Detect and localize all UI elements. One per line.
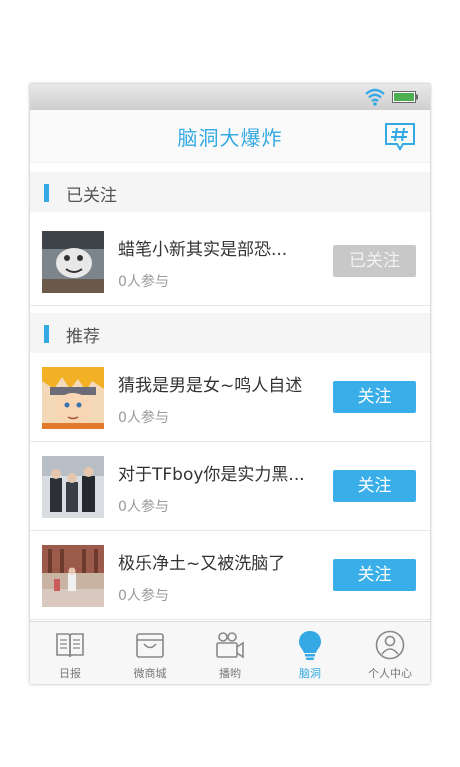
tab-label: 个人中心 (368, 667, 412, 680)
nav-bar: 脑洞大爆炸 (30, 110, 430, 163)
battery-icon (392, 91, 418, 103)
topic-thumbnail (42, 456, 104, 518)
tab-label: 微商城 (133, 667, 167, 680)
participant-count: 0人参与 (118, 499, 169, 515)
followed-button[interactable]: 已关注 (333, 245, 416, 277)
book-icon (56, 633, 84, 658)
tab-label: 日报 (59, 667, 81, 680)
wifi-icon (365, 88, 385, 106)
phone-screen: 脑洞大爆炸 已关注 蜡笔小新其实是部恐... 0人参与 已关注 推荐 猜我是男是… (30, 84, 430, 684)
participant-count: 0人参与 (118, 588, 169, 604)
participant-count: 0人参与 (118, 274, 169, 290)
section-accent-bar (44, 184, 49, 202)
bottom-tab-bar: 日报 微商城 播哟 脑洞 个人中心 (30, 621, 430, 684)
topic-hash-icon[interactable] (384, 122, 416, 152)
section-label: 已关注 (66, 186, 117, 206)
status-bar (30, 84, 430, 110)
page-title: 脑洞大爆炸 (177, 126, 283, 150)
tab-label: 脑洞 (299, 667, 321, 680)
follow-button[interactable]: 关注 (333, 559, 416, 591)
shop-bag-icon (136, 633, 164, 658)
lightbulb-icon (299, 631, 321, 660)
tab-brainstorm[interactable]: 脑洞 (270, 622, 350, 684)
topic-thumbnail (42, 545, 104, 607)
section-followed-header: 已关注 (30, 172, 430, 212)
list-item[interactable]: 蜡笔小新其实是部恐... 0人参与 已关注 (30, 217, 430, 306)
tab-daily[interactable]: 日报 (30, 622, 110, 684)
topic-title: 猜我是男是女~鸣人自述 (118, 376, 303, 396)
topic-thumbnail (42, 231, 104, 293)
topic-title: 蜡笔小新其实是部恐... (118, 240, 288, 260)
tab-label: 播哟 (219, 667, 241, 680)
follow-button[interactable]: 关注 (333, 381, 416, 413)
topic-title: 对于TFboy你是实力黑... (118, 465, 305, 485)
topic-thumbnail (42, 367, 104, 429)
follow-button[interactable]: 关注 (333, 470, 416, 502)
video-camera-icon (216, 632, 244, 659)
tab-video[interactable]: 播哟 (190, 622, 270, 684)
user-icon (375, 630, 405, 660)
section-recommended-header: 推荐 (30, 313, 430, 353)
section-label: 推荐 (66, 327, 100, 347)
topic-title: 极乐净土~又被洗脑了 (118, 554, 286, 574)
tab-shop[interactable]: 微商城 (110, 622, 190, 684)
list-item[interactable]: 猜我是男是女~鸣人自述 0人参与 关注 (30, 353, 430, 442)
list-item[interactable]: 对于TFboy你是实力黑... 0人参与 关注 (30, 442, 430, 531)
section-accent-bar (44, 325, 49, 343)
participant-count: 0人参与 (118, 410, 169, 426)
tab-profile[interactable]: 个人中心 (350, 622, 430, 684)
list-item[interactable]: 极乐净土~又被洗脑了 0人参与 关注 (30, 531, 430, 620)
